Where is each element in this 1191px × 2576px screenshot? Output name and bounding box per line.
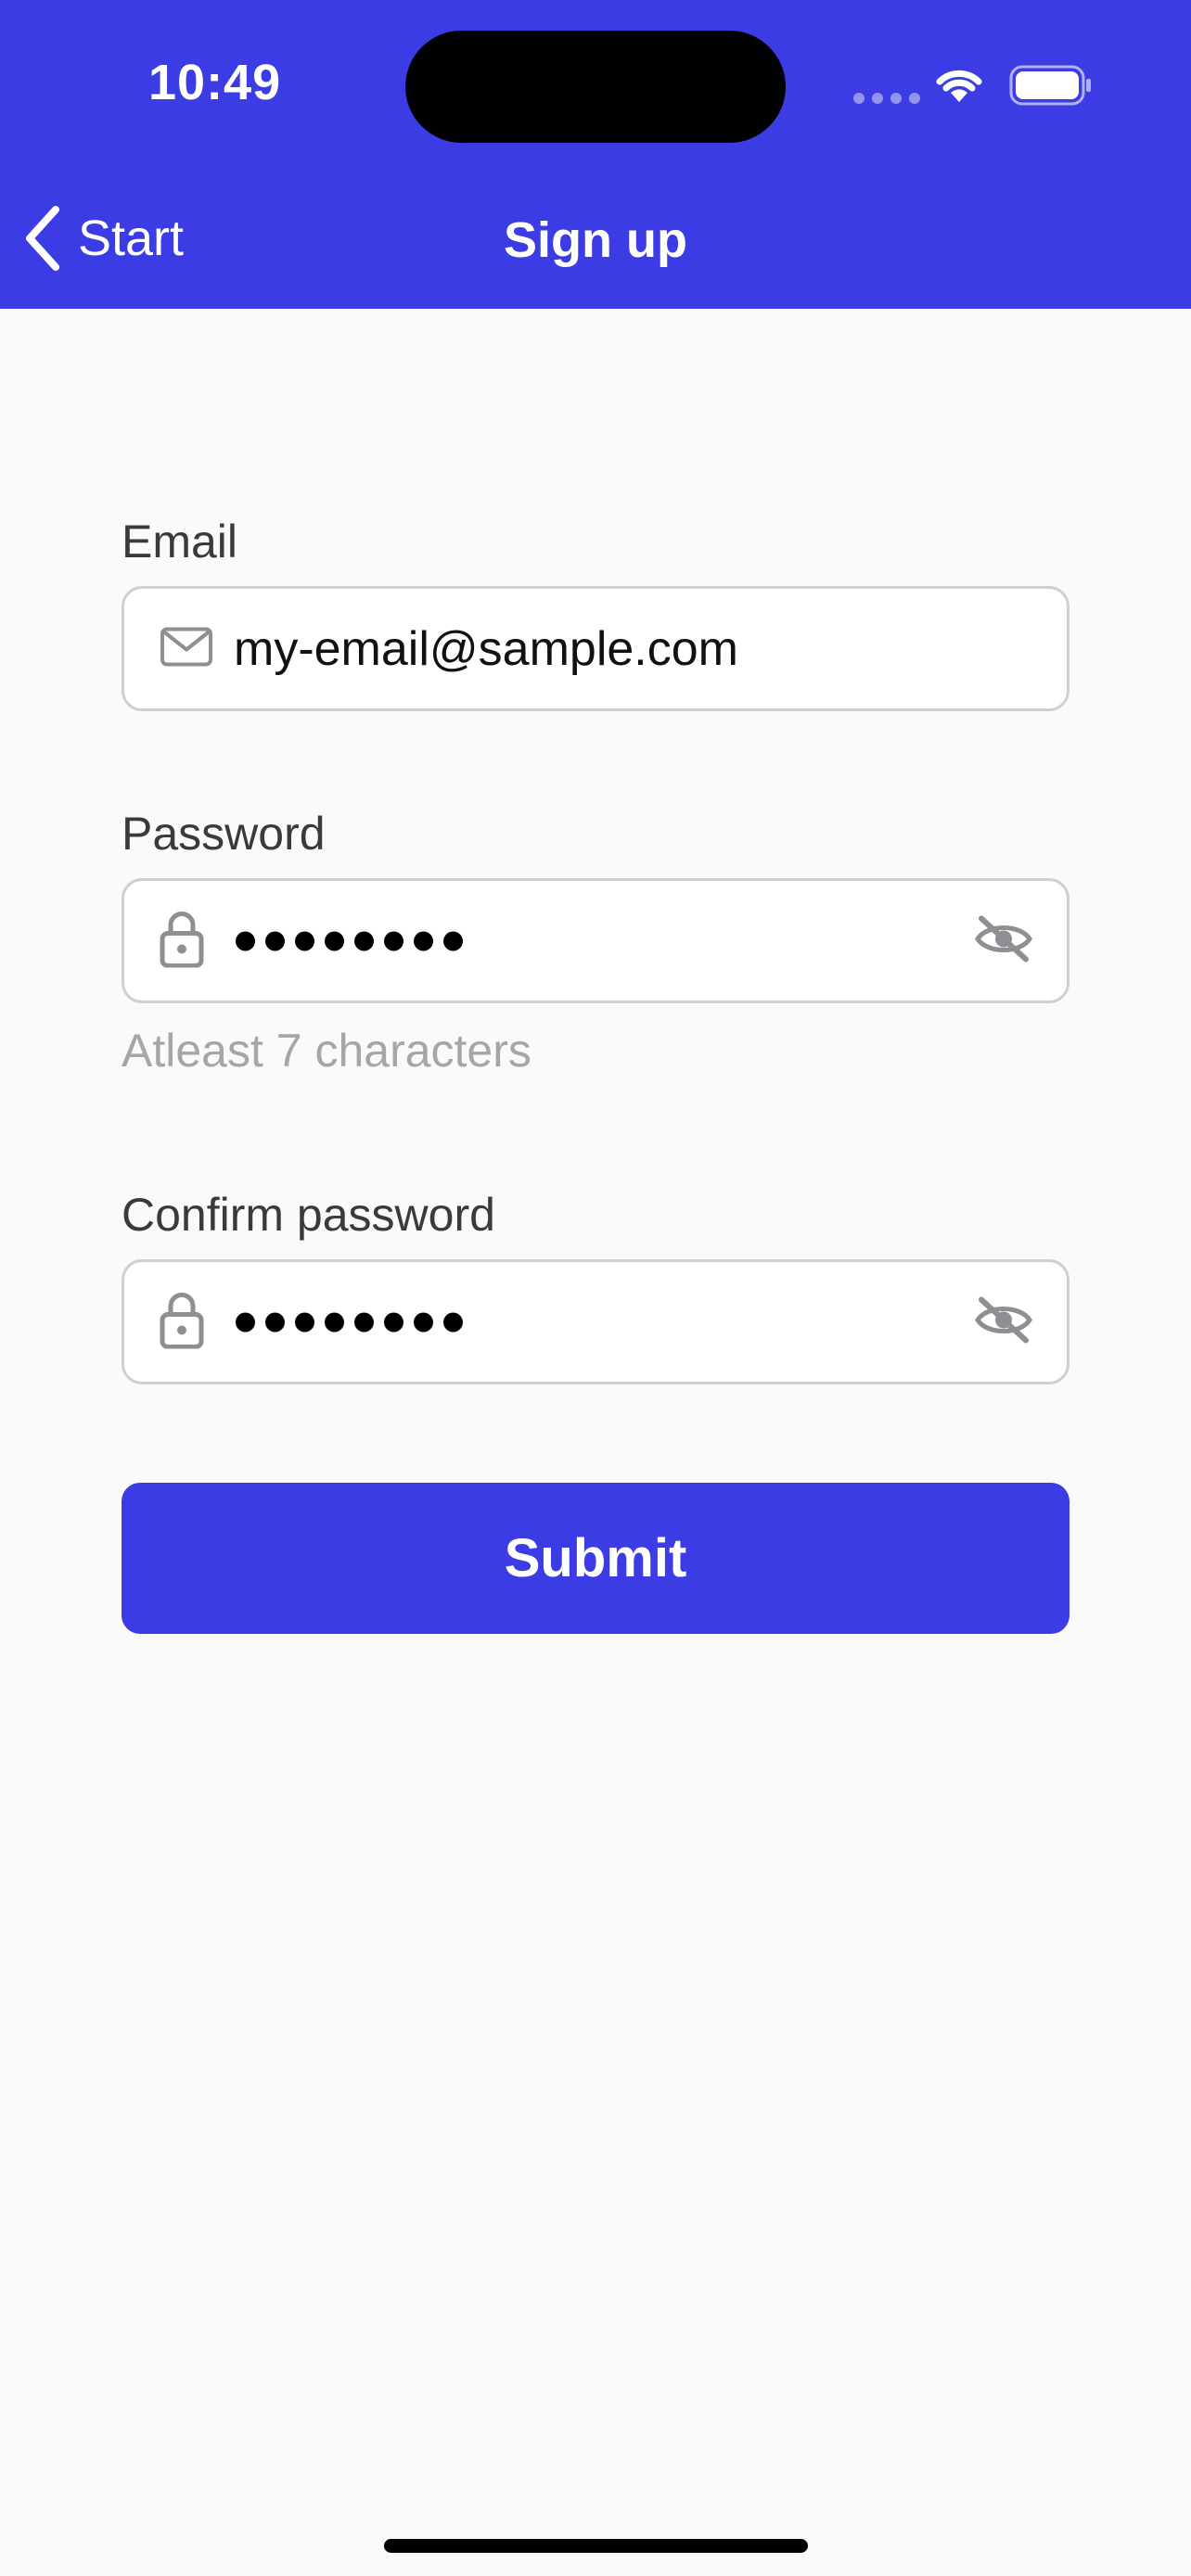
- eye-slash-icon[interactable]: [974, 914, 1033, 967]
- password-label: Password: [122, 808, 326, 860]
- email-value: my-email@sample.com: [234, 621, 738, 676]
- password-field[interactable]: [122, 878, 1069, 1003]
- cellular-signal-icon: [853, 93, 920, 104]
- home-indicator[interactable]: [384, 2539, 808, 2553]
- confirm-password-masked-value: [236, 1312, 463, 1332]
- submit-button[interactable]: Submit: [122, 1483, 1069, 1634]
- confirm-password-field[interactable]: [122, 1259, 1069, 1384]
- status-time: 10:49: [148, 55, 282, 110]
- lock-icon: [160, 910, 204, 972]
- email-label: Email: [122, 516, 238, 567]
- dynamic-island: [405, 31, 786, 143]
- password-masked-value: [236, 931, 463, 950]
- sign-up-screen: 10:49 Start Sign up Email my-email@sampl…: [0, 0, 1191, 2576]
- envelope-icon: [160, 626, 213, 671]
- eye-slash-icon[interactable]: [974, 1295, 1033, 1348]
- confirm-password-label: Confirm password: [122, 1189, 495, 1241]
- password-hint: Atleast 7 characters: [122, 1025, 531, 1077]
- wifi-icon: [932, 63, 986, 108]
- nav-header: 10:49 Start Sign up: [0, 0, 1191, 309]
- lock-icon: [160, 1291, 204, 1353]
- email-field[interactable]: my-email@sample.com: [122, 586, 1069, 711]
- page-title: Sign up: [504, 212, 687, 268]
- battery-icon: [1009, 65, 1093, 110]
